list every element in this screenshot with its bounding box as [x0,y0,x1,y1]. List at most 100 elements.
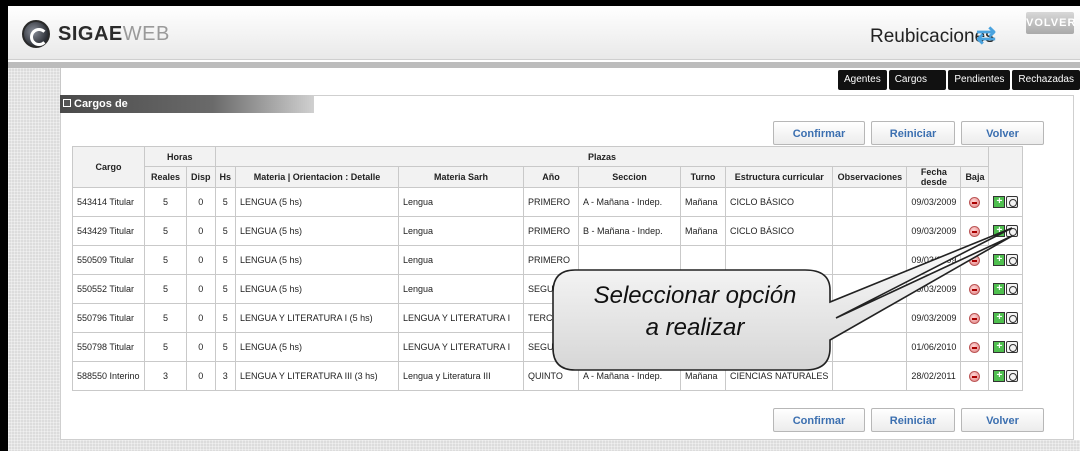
cell-hs: 5 [214,303,237,333]
cell-estructura [725,245,834,275]
table-row: 550796 Titular 5 0 5 LENGUA Y LITERATURA I (… [72,303,1024,333]
table-row: 543414 Titular 5 0 5 LENGUA (5 hs) Lengua PRIM… [72,187,1024,217]
add-icon[interactable]: + [993,254,1006,266]
cell-baja [960,332,990,362]
cell-fecha: 01/06/2010 [906,332,962,362]
row-actions: + [993,370,1019,382]
cell-materia: LENGUA (5 hs) [235,332,400,362]
add-icon[interactable]: + [993,225,1006,237]
cell-materia-sarh: Lengua [398,245,525,275]
col-observaciones: Observaciones [832,166,908,188]
clock-icon[interactable] [1006,341,1019,353]
add-icon[interactable]: + [993,341,1006,353]
remove-icon[interactable] [969,370,981,382]
cell-fecha: 09/03/2009 [906,187,962,217]
cell-observaciones [832,303,908,333]
remove-icon[interactable] [969,341,981,353]
cell-disp: 0 [186,216,216,246]
col-disp: Disp [186,166,216,188]
clock-icon[interactable] [1006,283,1019,295]
cell-disp: 0 [186,187,216,217]
row-actions: + [993,196,1019,208]
col-group-plazas: Plazas [214,146,990,167]
add-icon[interactable]: + [993,196,1006,208]
cell-disp: 0 [186,303,216,333]
col-seccion: Seccion [578,166,682,188]
cell-observaciones [832,332,908,362]
cell-cargo: 550798 Titular [72,332,145,362]
cargos-table: Cargo Horas Plazas Reales Disp Hs Materi… [72,146,1024,391]
clock-icon[interactable] [1006,196,1019,208]
tab-bar: Agentes Cargos vacantes Pendientes Recha… [838,70,1080,105]
cell-reales: 5 [144,245,187,275]
cell-materia-sarh: Lengua [398,187,525,217]
cell-baja [960,245,990,275]
table-row: 550509 Titular 5 0 5 LENGUA (5 hs) Lengua PRIM… [72,245,1024,275]
cell-observaciones [832,361,908,391]
cell-hs: 3 [214,361,237,391]
reset-button-top[interactable]: Reiniciar [871,121,955,145]
row-actions: + [993,254,1019,266]
col-actions [988,146,1024,188]
cell-actions: + [988,245,1024,275]
back-button-bottom[interactable]: Volver [961,408,1044,432]
cell-hs: 5 [214,187,237,217]
confirm-button-bottom[interactable]: Confirmar [773,408,865,432]
app-header: SIGAEWEB Reubicaciones ⇄ VOLVER [8,6,1080,60]
remove-icon[interactable] [969,283,981,295]
remove-icon[interactable] [969,196,981,208]
table-row: 588550 Interino 3 0 3 LENGUA Y LITERATURA II… [72,361,1024,391]
confirm-button-top[interactable]: Confirmar [773,121,865,145]
cell-cargo: 588550 Interino [72,361,145,391]
callout-text: Seleccionar opción a realizar [560,280,830,344]
remove-icon[interactable] [969,225,981,237]
cell-cargo: 550552 Titular [72,274,145,304]
tab-agentes[interactable]: Agentes [838,70,887,90]
table-row: 550798 Titular 5 0 5 LENGUA (5 hs) LENGUA Y L… [72,332,1024,362]
clock-icon[interactable] [1006,370,1019,382]
row-actions: + [993,225,1019,237]
clock-icon[interactable] [1006,312,1019,324]
cell-turno: Mañana [680,187,727,217]
add-icon[interactable]: + [993,312,1006,324]
cell-hs: 5 [214,332,237,362]
add-icon[interactable]: + [993,370,1006,382]
remove-icon[interactable] [969,254,981,266]
remove-icon[interactable] [969,312,981,324]
header-row-2: Reales Disp Hs Materia | Orientacion : D… [73,166,1023,188]
cell-reales: 5 [144,274,187,304]
cell-actions: + [988,274,1024,304]
tab-cargos-vacantes[interactable]: Cargos vacantes [888,70,947,105]
back-button-top-panel[interactable]: Volver [961,121,1044,145]
cell-estructura: CICLO BÁSICO [725,187,834,217]
cell-fecha: 28/02/2011 [906,361,962,391]
cell-cargo: 543414 Titular [72,187,145,217]
cell-disp: 0 [186,361,216,391]
cell-materia: LENGUA Y LITERATURA III (3 hs) [235,361,400,391]
cell-materia: LENGUA Y LITERATURA I (5 hs) [235,303,400,333]
col-reales: Reales [144,166,187,188]
cell-materia: LENGUA (5 hs) [235,274,400,304]
cell-anio: PRIMERO [523,187,580,217]
tab-rechazadas[interactable]: Rechazadas [1012,70,1080,90]
cell-reales: 3 [144,361,187,391]
back-button-top[interactable]: VOLVER [1026,12,1075,34]
col-materia: Materia | Orientacion : Detalle [235,166,400,188]
table-row: 550552 Titular 5 0 5 LENGUA (5 hs) Lengua SEGU… [72,274,1024,304]
cell-anio: PRIMERO [523,216,580,246]
cell-reales: 5 [144,303,187,333]
cell-baja [960,361,990,391]
add-icon[interactable]: + [993,283,1006,295]
reset-button-bottom[interactable]: Reiniciar [871,408,955,432]
tab-pendientes[interactable]: Pendientes [948,70,1011,90]
cell-materia-sarh: LENGUA Y LITERATURA I [398,303,525,333]
clock-icon[interactable] [1006,254,1019,266]
col-baja: Baja [960,166,990,188]
col-materia-sarh: Materia Sarh [398,166,525,188]
cell-hs: 5 [214,216,237,246]
collapse-icon[interactable] [63,99,71,107]
clock-icon[interactable] [1006,225,1019,237]
cell-cargo: 543429 Titular [72,216,145,246]
cell-hs: 5 [214,274,237,304]
cell-materia-sarh: LENGUA Y LITERATURA I [398,332,525,362]
